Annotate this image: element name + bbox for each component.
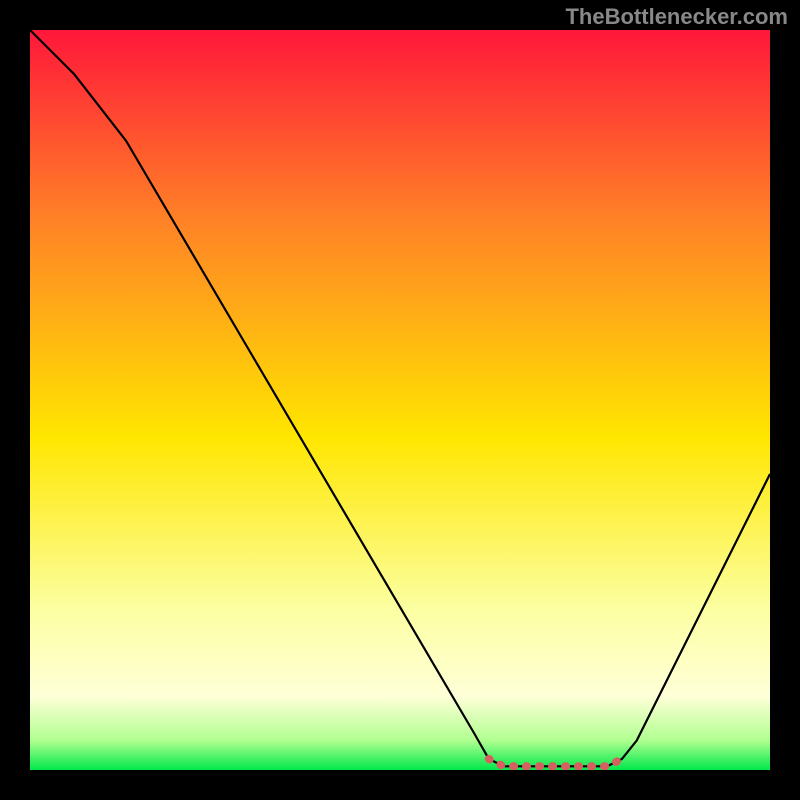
gradient-background — [30, 30, 770, 770]
chart-container: TheBottlenecker.com — [0, 0, 800, 800]
watermark-text: TheBottlenecker.com — [565, 4, 788, 30]
chart-svg — [30, 30, 770, 770]
plot-area — [30, 30, 770, 770]
